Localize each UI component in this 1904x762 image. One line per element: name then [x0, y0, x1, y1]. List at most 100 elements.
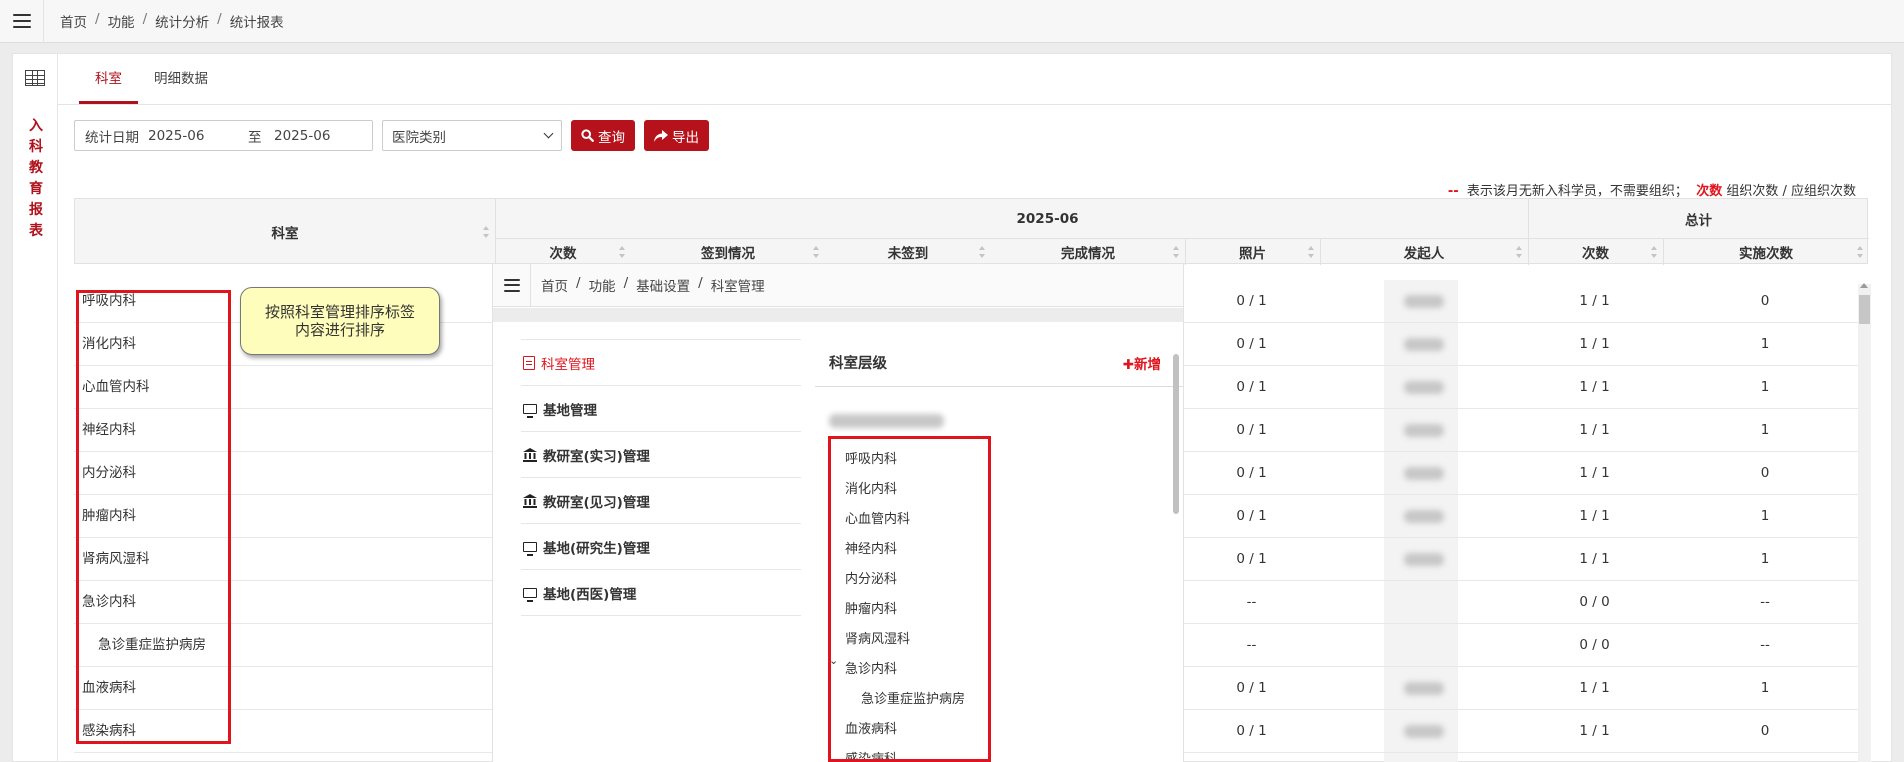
col-dept-label: 科室	[271, 226, 299, 242]
monitor-icon	[523, 587, 537, 602]
col-dept[interactable]: 科室	[75, 199, 495, 265]
date-range-field[interactable]: 统计日期 2025-06 至 2025-06	[74, 120, 373, 151]
bank-icon	[523, 493, 537, 508]
col-photo[interactable]: 照片	[1185, 239, 1320, 265]
row-total: 1 / 1	[1579, 551, 1610, 567]
col-implemented[interactable]: 实施次数	[1663, 239, 1869, 265]
export-button-label: 导出	[672, 129, 699, 146]
sort-icon[interactable]	[483, 226, 490, 238]
row-photo: --	[1246, 637, 1257, 653]
col-initiator-label: 发起人	[1403, 246, 1445, 262]
chevron-down-icon	[543, 128, 554, 139]
add-dept-button[interactable]: ✚新增	[1123, 353, 1161, 373]
overlay-breadcrumb: 首页 / 功能 / 基础设置 / 科室管理	[541, 275, 765, 295]
select-value: 医院类别	[392, 129, 446, 146]
tab-divider	[58, 104, 1891, 105]
scrollbar-thumb[interactable]	[1859, 295, 1870, 324]
row-photo: 0 / 1	[1236, 422, 1267, 438]
col-completion[interactable]: 完成情况	[991, 239, 1185, 265]
side-item-label: 科室管理	[541, 356, 595, 373]
side-item-teaching-intern[interactable]: 教研室(实习)管理	[521, 432, 801, 478]
row-implemented: 0	[1760, 293, 1770, 309]
row-implemented: 1	[1760, 422, 1770, 438]
side-item-dept-management[interactable]: 科室管理	[521, 340, 801, 386]
export-button[interactable]: 导出	[644, 120, 709, 151]
col-sign[interactable]: 签到情况	[631, 239, 825, 265]
breadcrumb-item[interactable]: 首页	[60, 11, 87, 31]
side-item-label: 教研室(见习)管理	[543, 494, 650, 511]
hospital-category-select[interactable]: 医院类别	[382, 120, 562, 151]
hamburger-icon	[12, 14, 31, 28]
overlay-top-bar: 首页 / 功能 / 基础设置 / 科室管理	[493, 264, 1183, 307]
table-scrollbar[interactable]	[1858, 284, 1871, 762]
row-implemented: 1	[1760, 551, 1770, 567]
col-count[interactable]: 次数	[495, 239, 631, 265]
sort-icon[interactable]	[1857, 246, 1864, 258]
scroll-up-icon[interactable]	[1860, 283, 1868, 288]
table-icon[interactable]	[25, 70, 45, 86]
sort-icon[interactable]	[1516, 246, 1523, 258]
col-unsigned[interactable]: 未签到	[825, 239, 991, 265]
overlay-gap	[493, 308, 1183, 322]
row-initiator-blurred	[1404, 467, 1444, 480]
row-photo: 0 / 1	[1236, 680, 1267, 696]
overlay-menu-toggle[interactable]	[493, 264, 531, 307]
nav-char: 表	[29, 223, 43, 239]
document-icon	[523, 355, 535, 370]
tab-department[interactable]: 科室	[79, 54, 138, 104]
row-initiator-blurred	[1404, 424, 1444, 437]
legend-count: 次数	[1696, 184, 1723, 199]
row-implemented: 1	[1760, 508, 1770, 524]
sort-icon[interactable]	[979, 246, 986, 258]
legend-count-desc: 组织次数 / 应组织次数	[1726, 184, 1856, 199]
legend-dash: --	[1447, 184, 1459, 199]
breadcrumb: 首页 / 功能 / 统计分析 / 统计报表	[60, 11, 284, 31]
breadcrumb-item[interactable]: 功能	[589, 275, 616, 295]
row-photo: 0 / 1	[1236, 508, 1267, 524]
tab-detail-data[interactable]: 明细数据	[138, 54, 224, 104]
row-total: 1 / 1	[1579, 293, 1610, 309]
row-photo: --	[1246, 594, 1257, 610]
row-total: 1 / 1	[1579, 680, 1610, 696]
overlay-scrollbar[interactable]	[1173, 354, 1179, 514]
side-item-base-graduate[interactable]: 基地(研究生)管理	[521, 524, 801, 570]
side-item-label: 教研室(实习)管理	[543, 448, 650, 465]
side-item-label: 基地(研究生)管理	[543, 540, 650, 557]
table-legend: -- 表示该月无新入科学员，不需要组织； 次数 组织次数 / 应组织次数	[1448, 180, 1856, 199]
row-photo: 0 / 1	[1236, 723, 1267, 739]
query-button[interactable]: 查询	[571, 120, 635, 151]
hamburger-icon	[503, 278, 520, 292]
side-item-base-management[interactable]: 基地管理	[521, 386, 801, 432]
breadcrumb-item[interactable]: 首页	[541, 275, 568, 295]
report-nav-entrance-education[interactable]: 入 科 教 育 报 表	[25, 116, 47, 242]
row-photo: 0 / 1	[1236, 336, 1267, 352]
sort-icon[interactable]	[619, 246, 626, 258]
col-count-label: 次数	[549, 246, 577, 262]
sort-icon[interactable]	[813, 246, 820, 258]
group-total: 总计	[1528, 199, 1869, 239]
breadcrumb-item[interactable]: 统计分析	[155, 11, 209, 31]
breadcrumb-item: 科室管理	[710, 279, 765, 295]
panel-header: 科室层级 ✚新增	[815, 339, 1183, 387]
side-item-base-western[interactable]: 基地(西医)管理	[521, 570, 801, 616]
row-implemented: 0	[1760, 723, 1770, 739]
sort-icon[interactable]	[1308, 246, 1315, 258]
date-end-input[interactable]: 2025-06	[274, 128, 330, 144]
breadcrumb-item[interactable]: 功能	[108, 11, 135, 31]
row-total: 1 / 1	[1579, 422, 1610, 438]
sort-icon[interactable]	[1173, 246, 1180, 258]
col-initiator[interactable]: 发起人	[1320, 239, 1528, 265]
highlight-box-tree	[828, 436, 991, 762]
side-item-teaching-observe[interactable]: 教研室(见习)管理	[521, 478, 801, 524]
date-start-input[interactable]: 2025-06	[148, 128, 248, 144]
sort-icon[interactable]	[1651, 246, 1658, 258]
row-initiator-blurred	[1404, 553, 1444, 566]
row-photo: 0 / 1	[1236, 551, 1267, 567]
col-total-count[interactable]: 次数	[1528, 239, 1663, 265]
row-total: 0 / 0	[1579, 594, 1610, 610]
search-icon	[581, 129, 594, 142]
menu-toggle-button[interactable]	[0, 0, 44, 43]
row-implemented: --	[1760, 637, 1770, 653]
row-total: 1 / 1	[1579, 465, 1610, 481]
breadcrumb-item[interactable]: 基础设置	[636, 275, 690, 295]
